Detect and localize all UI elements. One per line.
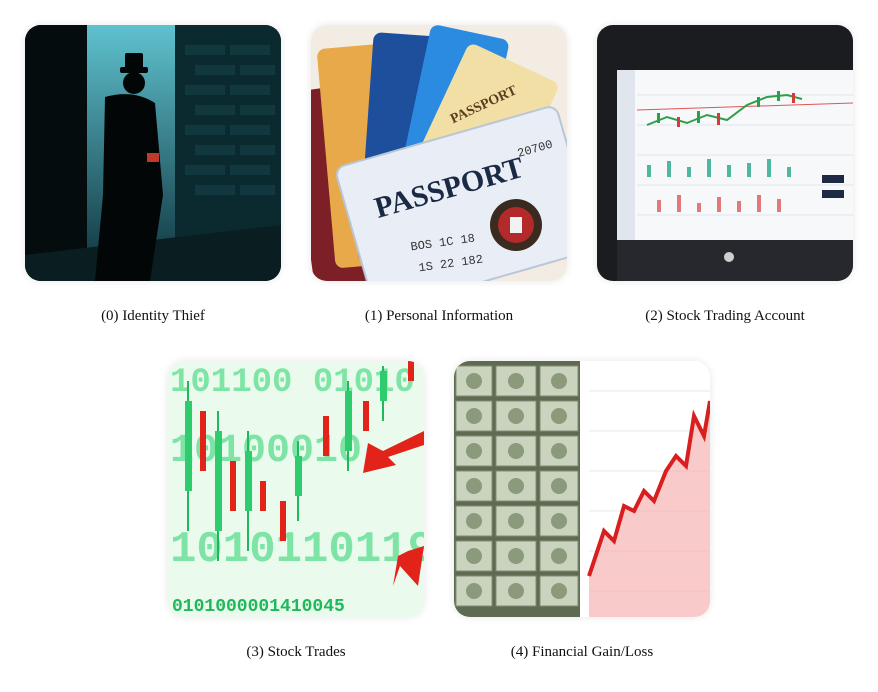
caption-label: Identity Thief xyxy=(122,308,205,324)
personal-information-image: PASSPORT PASSPORT 20700 BOS 1C 18 1S 22 … xyxy=(311,25,567,281)
caption-label: Financial Gain/Loss xyxy=(532,644,654,660)
stock-trading-account-tile[interactable] xyxy=(597,25,853,281)
caption-index: (2) xyxy=(645,308,663,324)
caption-index: (0) xyxy=(101,308,119,324)
caption-label: Personal Information xyxy=(386,308,514,324)
binary-row-4: 0101000001410045 xyxy=(172,597,345,617)
identity-thief-image xyxy=(25,25,281,281)
caption-2: (2) Stock Trading Account xyxy=(597,306,853,326)
caption-index: (1) xyxy=(364,308,383,324)
eagle-seal-icon xyxy=(490,199,542,251)
caption-index: (4) xyxy=(510,644,529,660)
stock-trading-account-image xyxy=(597,25,853,281)
binary-row-3: 1010110119 xyxy=(170,525,424,575)
personal-information-tile[interactable]: PASSPORT PASSPORT 20700 BOS 1C 18 1S 22 … xyxy=(311,25,567,281)
caption-4: (4) Financial Gain/Loss xyxy=(454,642,710,662)
stock-trades-tile[interactable]: 101100 01010 10100010 1010110119 0101000… xyxy=(168,361,424,617)
apple-logo-icon xyxy=(724,252,734,262)
caption-label: Stock Trades xyxy=(267,644,346,660)
financial-gain-loss-tile[interactable] xyxy=(454,361,710,617)
caption-3: (3) Stock Trades xyxy=(168,642,424,662)
caption-0: (0) Identity Thief xyxy=(25,306,281,326)
financial-gain-loss-image xyxy=(454,361,710,617)
binary-row-2: 10100010 xyxy=(170,429,362,474)
identity-thief-tile[interactable] xyxy=(25,25,281,281)
caption-1: (1) Personal Information xyxy=(311,306,567,326)
stock-trades-image: 101100 01010 10100010 1010110119 0101000… xyxy=(168,361,424,617)
caption-label: Stock Trading Account xyxy=(666,308,805,324)
binary-row-1: 101100 01010 xyxy=(170,364,415,402)
caption-index: (3) xyxy=(246,644,264,660)
